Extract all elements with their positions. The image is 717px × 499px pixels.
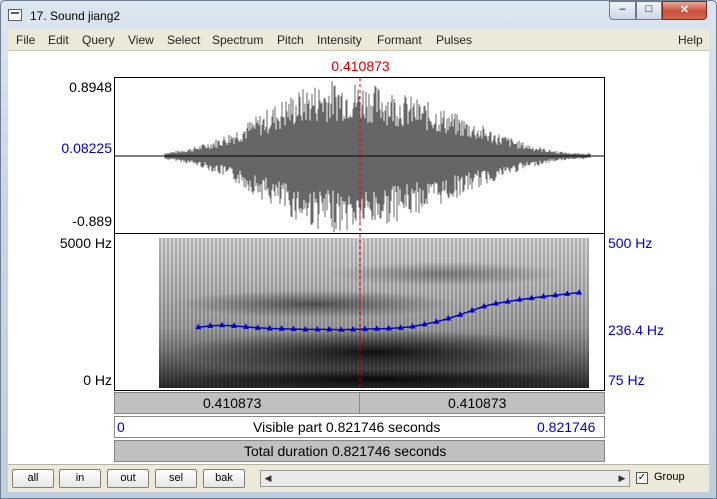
maximize-button[interactable]: □ bbox=[636, 1, 662, 20]
menu-bar: File Edit Query View Select Spectrum Pit… bbox=[8, 30, 709, 51]
menu-query[interactable]: Query bbox=[82, 33, 115, 47]
scroll-right-icon[interactable]: ▶ bbox=[615, 471, 629, 486]
bottom-toolbar: all in out sel bak ◀ ▶ ✓ Group bbox=[8, 464, 709, 492]
waveform-signal bbox=[164, 81, 591, 233]
spectrogram-bottom-label: 0 Hz bbox=[83, 372, 112, 388]
group-label: Group bbox=[654, 471, 685, 483]
spectrogram-svg bbox=[159, 234, 589, 390]
total-duration-row[interactable]: Total duration 0.821746 seconds bbox=[114, 440, 605, 462]
menu-formant[interactable]: Formant bbox=[377, 33, 422, 47]
visible-part-text: Visible part 0.821746 seconds bbox=[253, 419, 441, 435]
left-part-duration: 0.410873 bbox=[203, 395, 262, 411]
time-row-divider bbox=[359, 393, 360, 413]
close-button[interactable]: ✕ bbox=[662, 1, 707, 20]
menu-file[interactable]: File bbox=[16, 33, 35, 47]
horizontal-scrollbar[interactable]: ◀ ▶ bbox=[260, 470, 630, 487]
scroll-left-icon[interactable]: ◀ bbox=[261, 471, 275, 486]
menu-spectrum[interactable]: Spectrum bbox=[212, 33, 263, 47]
time-row-cursor[interactable]: 0.410873 0.410873 bbox=[114, 392, 605, 414]
menu-view[interactable]: View bbox=[128, 33, 154, 47]
spectrogram-low-band bbox=[165, 369, 585, 389]
zoom-selection-button[interactable]: sel bbox=[155, 469, 197, 488]
waveform-zero-label: 0.08225 bbox=[61, 140, 112, 156]
menu-intensity[interactable]: Intensity bbox=[317, 33, 362, 47]
spectrogram-panel[interactable] bbox=[114, 234, 605, 391]
waveform-min-label: -0.889 bbox=[72, 213, 112, 229]
right-part-duration: 0.410873 bbox=[448, 395, 507, 411]
spectrogram-formant-3 bbox=[325, 262, 565, 286]
title-bar[interactable]: 17. Sound jiang2 – □ ✕ bbox=[0, 0, 717, 30]
window-title: 17. Sound jiang2 bbox=[30, 9, 121, 23]
spectrogram-top-label: 5000 Hz bbox=[59, 235, 112, 251]
pitch-cursor-label: 236.4 Hz bbox=[608, 322, 665, 338]
pitch-bottom-label: 75 Hz bbox=[608, 372, 645, 388]
close-icon: ✕ bbox=[679, 4, 690, 16]
menu-pitch[interactable]: Pitch bbox=[277, 33, 304, 47]
pitch-top-label: 500 Hz bbox=[608, 235, 653, 251]
window-icon bbox=[8, 9, 22, 21]
zoom-in-button[interactable]: in bbox=[59, 469, 101, 488]
cursor-time-label: 0.410873 bbox=[331, 58, 390, 74]
menu-select[interactable]: Select bbox=[167, 33, 200, 47]
menu-pulses[interactable]: Pulses bbox=[436, 33, 472, 47]
maximize-icon: □ bbox=[645, 3, 653, 15]
visible-end-time: 0.821746 bbox=[537, 419, 596, 435]
minimize-icon: – bbox=[619, 3, 626, 15]
visible-part-row[interactable]: 0 Visible part 0.821746 seconds 0.821746 bbox=[114, 416, 605, 438]
waveform-max-label: 0.8948 bbox=[69, 79, 112, 95]
zoom-out-button[interactable]: out bbox=[107, 469, 149, 488]
zoom-all-button[interactable]: all bbox=[12, 469, 54, 488]
group-checkbox[interactable]: ✓ bbox=[636, 472, 648, 484]
waveform-svg bbox=[115, 78, 604, 233]
minimize-button[interactable]: – bbox=[609, 1, 636, 20]
menu-edit[interactable]: Edit bbox=[48, 33, 69, 47]
menu-help[interactable]: Help bbox=[678, 33, 703, 47]
zoom-back-button[interactable]: bak bbox=[203, 469, 245, 488]
waveform-panel[interactable] bbox=[114, 77, 605, 234]
spectrogram-formant-1 bbox=[175, 330, 575, 374]
visible-start-time: 0 bbox=[117, 419, 125, 435]
spectrogram-formant-2 bbox=[175, 290, 455, 318]
total-duration-text: Total duration 0.821746 seconds bbox=[244, 443, 447, 459]
